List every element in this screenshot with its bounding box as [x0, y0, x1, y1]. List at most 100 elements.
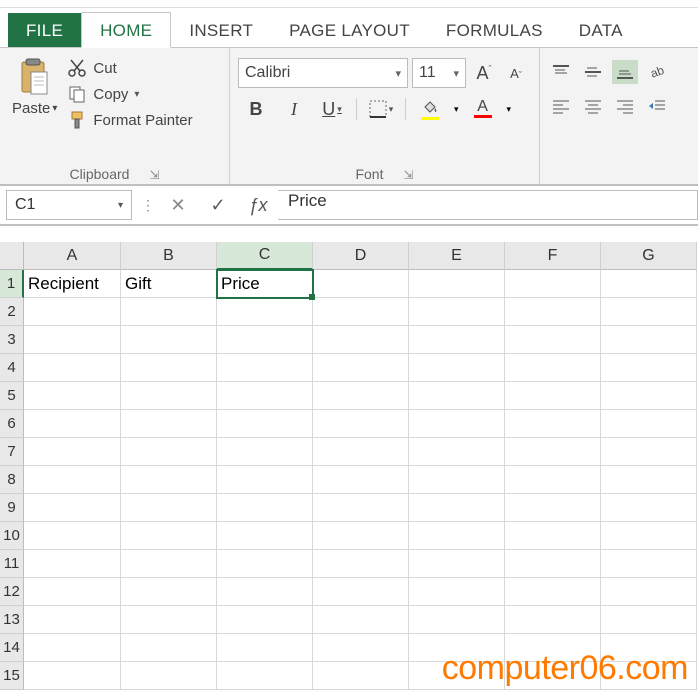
column-header-C[interactable]: C [217, 242, 313, 270]
increase-font-button[interactable]: Aˆ [470, 58, 498, 88]
name-box[interactable]: C1 ▾ [6, 190, 132, 220]
cell-F6[interactable] [505, 410, 601, 438]
row-header-15[interactable]: 15 [0, 662, 24, 690]
align-center-button[interactable] [580, 94, 606, 118]
cell-F14[interactable] [505, 634, 601, 662]
cell-E2[interactable] [409, 298, 505, 326]
cell-C6[interactable] [217, 410, 313, 438]
align-bottom-button[interactable] [612, 60, 638, 84]
font-color-button[interactable]: A [469, 96, 497, 122]
bold-button[interactable]: B [242, 96, 270, 122]
cell-B12[interactable] [121, 578, 217, 606]
cell-E12[interactable] [409, 578, 505, 606]
cell-C13[interactable] [217, 606, 313, 634]
cell-G2[interactable] [601, 298, 697, 326]
cell-F2[interactable] [505, 298, 601, 326]
cell-G14[interactable] [601, 634, 697, 662]
cell-G15[interactable] [601, 662, 697, 690]
cell-F9[interactable] [505, 494, 601, 522]
cell-D14[interactable] [313, 634, 409, 662]
cell-A12[interactable] [24, 578, 121, 606]
row-header-2[interactable]: 2 [0, 298, 24, 326]
cell-D1[interactable] [313, 270, 409, 298]
font-name-combo[interactable]: Calibri▾ [238, 58, 408, 88]
row-header-10[interactable]: 10 [0, 522, 24, 550]
cell-G3[interactable] [601, 326, 697, 354]
select-all-corner[interactable] [0, 242, 24, 270]
row-header-4[interactable]: 4 [0, 354, 24, 382]
cell-B9[interactable] [121, 494, 217, 522]
cell-E9[interactable] [409, 494, 505, 522]
orientation-button[interactable]: ab [644, 60, 670, 84]
cell-G11[interactable] [601, 550, 697, 578]
column-header-B[interactable]: B [121, 242, 217, 270]
cell-F5[interactable] [505, 382, 601, 410]
cell-C3[interactable] [217, 326, 313, 354]
cut-button[interactable]: Cut [67, 58, 192, 78]
column-header-E[interactable]: E [409, 242, 505, 270]
cell-C10[interactable] [217, 522, 313, 550]
row-header-12[interactable]: 12 [0, 578, 24, 606]
cell-A3[interactable] [24, 326, 121, 354]
cell-F1[interactable] [505, 270, 601, 298]
cell-B15[interactable] [121, 662, 217, 690]
tab-file[interactable]: FILE [8, 13, 81, 47]
row-header-14[interactable]: 14 [0, 634, 24, 662]
cell-F4[interactable] [505, 354, 601, 382]
column-header-F[interactable]: F [505, 242, 601, 270]
cancel-button[interactable]: ✕ [158, 190, 198, 220]
cell-C11[interactable] [217, 550, 313, 578]
cell-E15[interactable] [409, 662, 505, 690]
formula-input[interactable]: Price [278, 190, 698, 220]
row-header-11[interactable]: 11 [0, 550, 24, 578]
cell-C8[interactable] [217, 466, 313, 494]
cell-C12[interactable] [217, 578, 313, 606]
align-left-button[interactable] [548, 94, 574, 118]
cell-F12[interactable] [505, 578, 601, 606]
cell-D9[interactable] [313, 494, 409, 522]
cell-G7[interactable] [601, 438, 697, 466]
cell-D8[interactable] [313, 466, 409, 494]
column-header-G[interactable]: G [601, 242, 697, 270]
cell-G4[interactable] [601, 354, 697, 382]
cell-B10[interactable] [121, 522, 217, 550]
tab-data[interactable]: DATA [561, 13, 641, 47]
cell-F13[interactable] [505, 606, 601, 634]
cell-D4[interactable] [313, 354, 409, 382]
cell-A9[interactable] [24, 494, 121, 522]
cell-C4[interactable] [217, 354, 313, 382]
cell-G10[interactable] [601, 522, 697, 550]
insert-function-button[interactable]: ƒx [238, 190, 278, 220]
font-size-combo[interactable]: 11▾ [412, 58, 466, 88]
cell-E1[interactable] [409, 270, 505, 298]
dialog-launcher-icon[interactable]: ⇲ [403, 168, 413, 182]
cell-A5[interactable] [24, 382, 121, 410]
cell-G13[interactable] [601, 606, 697, 634]
cell-C1[interactable]: Price [217, 270, 313, 298]
cell-G6[interactable] [601, 410, 697, 438]
cell-E3[interactable] [409, 326, 505, 354]
cell-E7[interactable] [409, 438, 505, 466]
cell-G9[interactable] [601, 494, 697, 522]
cell-D2[interactable] [313, 298, 409, 326]
cell-A10[interactable] [24, 522, 121, 550]
row-header-1[interactable]: 1 [0, 270, 24, 298]
tab-formulas[interactable]: FORMULAS [428, 13, 561, 47]
cell-B4[interactable] [121, 354, 217, 382]
cell-B3[interactable] [121, 326, 217, 354]
border-button[interactable]: ▾ [367, 96, 395, 122]
dialog-launcher-icon[interactable]: ⇲ [149, 168, 159, 182]
cell-B8[interactable] [121, 466, 217, 494]
cells-area[interactable]: RecipientGiftPrice [24, 270, 698, 690]
cell-B7[interactable] [121, 438, 217, 466]
italic-button[interactable]: I [280, 96, 308, 122]
cell-G5[interactable] [601, 382, 697, 410]
paste-button[interactable]: Paste▾ [8, 56, 61, 119]
align-middle-button[interactable] [580, 60, 606, 84]
cell-A6[interactable] [24, 410, 121, 438]
cell-G12[interactable] [601, 578, 697, 606]
cell-F7[interactable] [505, 438, 601, 466]
cell-D11[interactable] [313, 550, 409, 578]
cell-C15[interactable] [217, 662, 313, 690]
format-painter-button[interactable]: Format Painter [67, 110, 192, 130]
